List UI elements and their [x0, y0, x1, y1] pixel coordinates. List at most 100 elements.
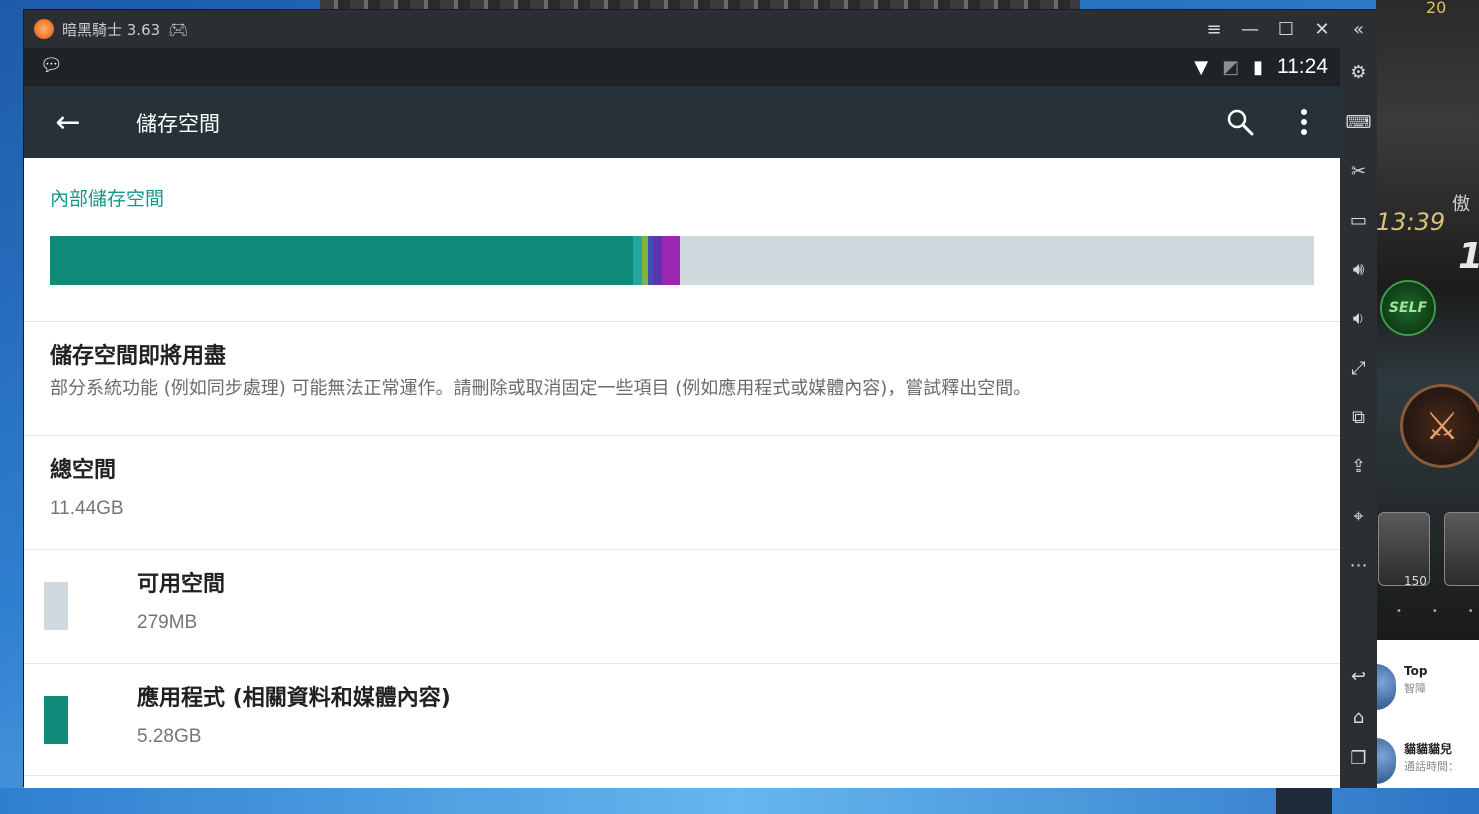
keyboard-icon: ⌨: [1345, 111, 1372, 133]
storage-bar-segment-apps: [50, 236, 633, 285]
maximize-icon: ☐: [1277, 18, 1295, 40]
volume-up-button[interactable]: 🔊︎: [1340, 251, 1377, 287]
back-arrow-icon: ↩: [1350, 665, 1367, 687]
maximize-button[interactable]: ☐: [1268, 10, 1304, 48]
double-chevron-left-icon: «: [1352, 18, 1364, 40]
status-time: 11:24: [1277, 55, 1328, 78]
minimize-icon: —: [1241, 18, 1259, 40]
wifi-icon: ▼: [1194, 56, 1209, 78]
available-space-label: 可用空間: [137, 572, 226, 597]
chat-name: Top: [1404, 664, 1428, 678]
volume-up-icon: 🔊︎: [1352, 258, 1365, 280]
location-button[interactable]: ⌖: [1340, 498, 1377, 534]
screenshot-button[interactable]: ✂: [1340, 153, 1377, 189]
no-sim-icon: ◩: [1222, 56, 1240, 78]
gear-icon: ⚙: [1350, 61, 1367, 83]
settings-button[interactable]: ⚙: [1340, 54, 1377, 90]
game-level-text: 1: [1458, 236, 1479, 277]
title-bar[interactable]: 暗黑騎士 3.63 🎮︎ ≡ — ☐ ✕: [24, 10, 1340, 48]
recents-icon: ❐: [1350, 747, 1367, 769]
section-header: 內部儲存空間: [50, 188, 165, 210]
menu-button[interactable]: ≡: [1196, 10, 1232, 48]
divider: [24, 549, 1340, 550]
emulator-window: 暗黑騎士 3.63 🎮︎ ≡ — ☐ ✕ « ⚙ ⌨ ✂ ▭ 🔊︎ 🔉︎ ⤢ ⧉…: [23, 9, 1377, 788]
divider: [24, 321, 1340, 322]
legend-swatch: [44, 696, 68, 744]
chat-subtitle: 智障: [1404, 682, 1426, 695]
chat-item[interactable]: 貓貓貓兒 通話時間：: [1376, 736, 1479, 796]
android-home-button[interactable]: ⌂: [1340, 699, 1377, 735]
ellipsis-icon: ⋯: [1349, 554, 1368, 576]
legend-swatch: [44, 582, 68, 630]
video-camera-icon: ▭: [1349, 209, 1367, 231]
game-background: 20 傲 13:39 1 SELF ⚔ 150 •••: [1376, 0, 1479, 640]
app-bar: ← 儲存空間: [24, 86, 1340, 158]
close-icon: ✕: [1314, 18, 1330, 40]
divider: [24, 435, 1340, 436]
warning-title: 儲存空間即將用盡: [50, 344, 227, 369]
storage-content: 內部儲存空間 儲存空間即將用盡 部分系統功能 (例如同步處理) 可能無法正常運作…: [24, 158, 1340, 788]
game-name-text: 傲: [1452, 194, 1470, 215]
available-space-value: 279MB: [137, 612, 198, 633]
avatar: [1376, 738, 1396, 784]
multi-instance-button[interactable]: ⧉: [1340, 399, 1377, 435]
android-recents-button[interactable]: ❐: [1340, 740, 1377, 776]
battery-charging-icon: ▮: [1253, 56, 1263, 78]
search-button[interactable]: [1220, 102, 1260, 142]
fullscreen-button[interactable]: ⤢: [1340, 350, 1377, 386]
skill-slot-2[interactable]: [1444, 512, 1479, 586]
storage-bar-segment-seg5: [653, 236, 662, 285]
volume-down-button[interactable]: 🔉︎: [1340, 300, 1377, 336]
storage-bar-segment-seg6: [662, 236, 680, 285]
keyboard-button[interactable]: ⌨: [1340, 104, 1377, 140]
page-dots: •••: [1396, 606, 1474, 617]
apps-space-label: 應用程式 (相關資料和媒體內容): [137, 686, 451, 711]
self-label: SELF: [1388, 300, 1428, 316]
volume-down-icon: 🔉︎: [1352, 307, 1365, 329]
minimize-button[interactable]: —: [1232, 10, 1268, 48]
desktop-taskbar-area: [0, 788, 1479, 814]
side-toolbar: « ⚙ ⌨ ✂ ▭ 🔊︎ 🔉︎ ⤢ ⧉ ⇪ ⌖ ⋯ ↩ ⌂ ❐: [1340, 10, 1377, 788]
arrow-left-icon: ←: [55, 104, 81, 140]
sword-icon: ⚔: [1424, 404, 1460, 448]
status-bar: 💬︎ ▼ ◩ ▮ 11:24: [24, 48, 1340, 86]
menu-icon: ≡: [1206, 18, 1222, 40]
notification-icon: 💬︎: [40, 55, 63, 76]
record-button[interactable]: ▭: [1340, 202, 1377, 238]
storage-usage-bar: [50, 236, 1314, 285]
search-icon: [1227, 109, 1254, 136]
sword-attack-button[interactable]: ⚔: [1400, 384, 1479, 468]
chat-subtitle: 通話時間：: [1404, 760, 1459, 773]
apk-icon: ⇪: [1350, 455, 1367, 477]
chat-name: 貓貓貓兒: [1404, 742, 1453, 756]
home-icon: ⌂: [1352, 706, 1365, 728]
overflow-menu-button[interactable]: [1286, 102, 1322, 142]
warning-body: 部分系統功能 (例如同步處理) 可能無法正常運作。請刪除或取消固定一些項目 (例…: [50, 378, 1032, 399]
location-pin-icon: ⌖: [1353, 505, 1364, 527]
android-screen: 💬︎ ▼ ◩ ▮ 11:24 ← 儲存空間 內部儲存空間 儲存空間即將用盡 部分…: [24, 48, 1340, 788]
back-button[interactable]: ←: [48, 102, 88, 142]
storage-bar-segment-seg2: [633, 236, 642, 285]
install-apk-button[interactable]: ⇪: [1340, 448, 1377, 484]
app-logo-icon: [34, 19, 54, 39]
more-tools-button[interactable]: ⋯: [1340, 547, 1377, 583]
scissors-icon: ✂: [1350, 160, 1367, 182]
chat-item[interactable]: Top 智障: [1376, 658, 1479, 718]
apps-space-value: 5.28GB: [137, 726, 202, 747]
game-corner-text: 20: [1426, 0, 1447, 17]
close-button[interactable]: ✕: [1304, 10, 1340, 48]
gamepad-icon[interactable]: 🎮︎: [168, 20, 188, 39]
total-space-label: 總空間: [50, 458, 117, 483]
skill-count: 150: [1404, 574, 1427, 588]
multi-window-icon: ⧉: [1352, 406, 1365, 428]
page-title: 儲存空間: [136, 112, 220, 136]
taskbar-dark-block: [1276, 788, 1332, 814]
game-timer: 13:39: [1376, 208, 1446, 236]
total-space-value: 11.44GB: [50, 498, 124, 519]
self-skill-button[interactable]: SELF: [1380, 280, 1436, 336]
fullscreen-icon: ⤢: [1351, 357, 1366, 379]
android-back-button[interactable]: ↩: [1340, 658, 1377, 694]
more-vert-icon: [1301, 109, 1307, 135]
collapse-toolbar-button[interactable]: «: [1340, 11, 1377, 47]
divider: [24, 663, 1340, 664]
